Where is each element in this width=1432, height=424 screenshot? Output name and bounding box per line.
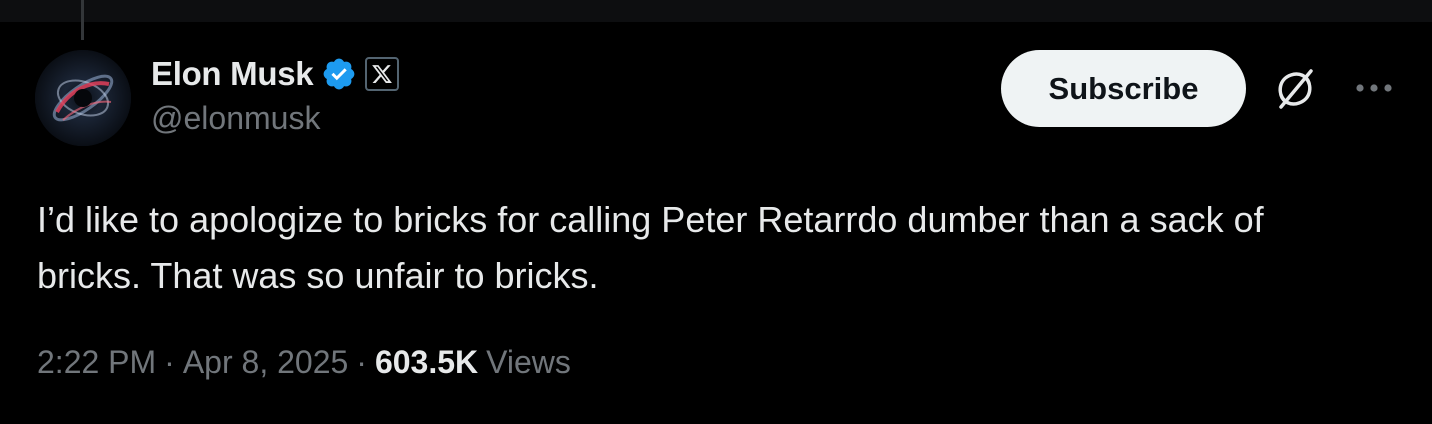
top-strip [0,0,1432,22]
verified-check-icon[interactable] [321,56,357,92]
author-name-row: Elon Musk [151,54,400,94]
subscribe-button[interactable]: Subscribe [1001,50,1246,127]
tweet-text: I’d like to apologize to bricks for call… [37,199,1274,296]
grok-icon[interactable] [1273,67,1317,111]
avatar[interactable] [35,50,131,146]
more-dots-icon[interactable] [1354,78,1394,98]
tweet-time[interactable]: 2:22 PM [37,344,156,381]
thread-connector-line [81,0,84,40]
tweet-date[interactable]: Apr 8, 2025 [183,344,348,381]
tweet-meta: 2:22 PM · Apr 8, 2025 · 603.5K Views [37,342,571,382]
galaxy-avatar-icon [35,50,131,146]
author-display-name[interactable]: Elon Musk [151,55,314,93]
meta-separator: · [164,343,175,380]
views-label: Views [486,343,571,380]
author-handle[interactable]: @elonmusk [151,100,320,137]
views-count[interactable]: 603.5K [375,344,478,381]
meta-separator: · [356,343,367,380]
x-logo-icon[interactable] [365,57,400,91]
